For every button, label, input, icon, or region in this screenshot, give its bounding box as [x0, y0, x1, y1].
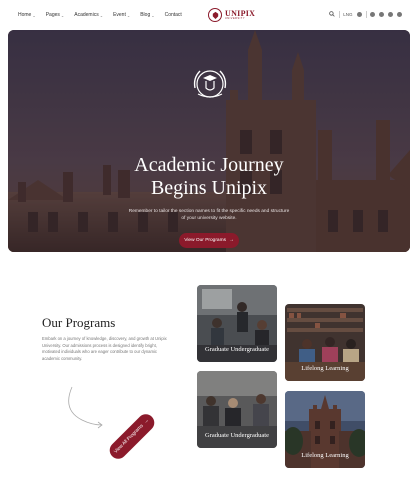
chevron-down-icon: ⌄: [32, 12, 36, 18]
chevron-down-icon: ⌄: [60, 12, 65, 18]
program-card-label: Graduate Undergraduate: [205, 432, 269, 439]
program-card-label: Graduate Undergraduate: [205, 346, 269, 353]
hero-title: Academic Journey Begins Unipix: [8, 154, 410, 200]
button-label: View All Programs: [113, 423, 145, 455]
facebook-icon[interactable]: [370, 12, 375, 17]
language-selector[interactable]: LNG: [343, 12, 352, 17]
twitter-icon[interactable]: [379, 12, 384, 17]
nav-item-blog[interactable]: Blog ⌄: [140, 12, 154, 18]
program-card[interactable]: Graduate Undergraduate: [197, 371, 277, 448]
nav-item-label: Event: [113, 12, 126, 18]
instagram-icon[interactable]: [388, 12, 393, 17]
nav-item-event[interactable]: Event ⌄: [113, 12, 130, 18]
nav-item-label: Pages: [45, 12, 60, 18]
nav-item-label: Home: [18, 12, 32, 18]
section-title: Our Programs: [42, 315, 116, 330]
logo-crest-icon: [208, 8, 222, 22]
hero-title-line: Academic Journey: [134, 154, 284, 176]
chevron-down-icon: ⌄: [126, 12, 131, 18]
program-card[interactable]: Graduate Undergraduate: [197, 285, 277, 362]
divider: [338, 11, 340, 18]
program-card[interactable]: Lifelong Learning: [285, 391, 365, 468]
nav-item-pages[interactable]: Pages ⌄: [46, 12, 65, 18]
nav-item-label: Contact: [164, 12, 182, 18]
hero-banner: Academic Journey Begins Unipix Remember …: [8, 30, 410, 252]
hero-title-line: Begins Unipix: [150, 177, 268, 199]
program-card-label: Lifelong Learning: [301, 365, 349, 372]
button-label: View Our Programs: [184, 238, 226, 243]
nav-item-label: Academics: [74, 12, 99, 18]
program-card-label: Lifelong Learning: [301, 452, 349, 459]
view-our-programs-button[interactable]: View Our Programs →: [179, 233, 239, 248]
arrow-right-icon: →: [143, 418, 151, 426]
nav-item-contact[interactable]: Contact: [165, 12, 182, 18]
laurel-crest-icon: [193, 70, 227, 98]
brand-subtitle: UNIVERSITY: [225, 16, 246, 20]
section-description: Embark on a journey of knowledge, discov…: [42, 336, 167, 361]
nav-utilities: LNG: [328, 11, 402, 18]
linkedin-icon[interactable]: [397, 12, 402, 17]
nav-item-home[interactable]: Home ⌄: [18, 12, 36, 18]
curved-arrow-icon: [68, 386, 103, 429]
nav-menu: Home ⌄ Pages ⌄ Academics ⌄ Event ⌄ Blog …: [18, 12, 182, 18]
brand-logo[interactable]: UNIPIX UNIVERSITY: [208, 8, 255, 22]
arrow-right-icon: →: [228, 238, 234, 243]
nav-item-label: Blog: [140, 12, 151, 18]
view-all-programs-button[interactable]: View All Programs →: [106, 410, 158, 463]
chevron-down-icon: ⌄: [99, 12, 104, 18]
divider: [365, 11, 366, 18]
search-icon[interactable]: [328, 11, 335, 18]
top-navigation: Home ⌄ Pages ⌄ Academics ⌄ Event ⌄ Blog …: [0, 0, 410, 30]
globe-icon[interactable]: [356, 12, 362, 17]
nav-item-academics[interactable]: Academics ⌄: [74, 12, 103, 18]
chevron-down-icon: ⌄: [151, 12, 155, 18]
hero-description: Remember to tailor the section names to …: [128, 209, 290, 221]
program-card[interactable]: Lifelong Learning: [285, 304, 365, 381]
